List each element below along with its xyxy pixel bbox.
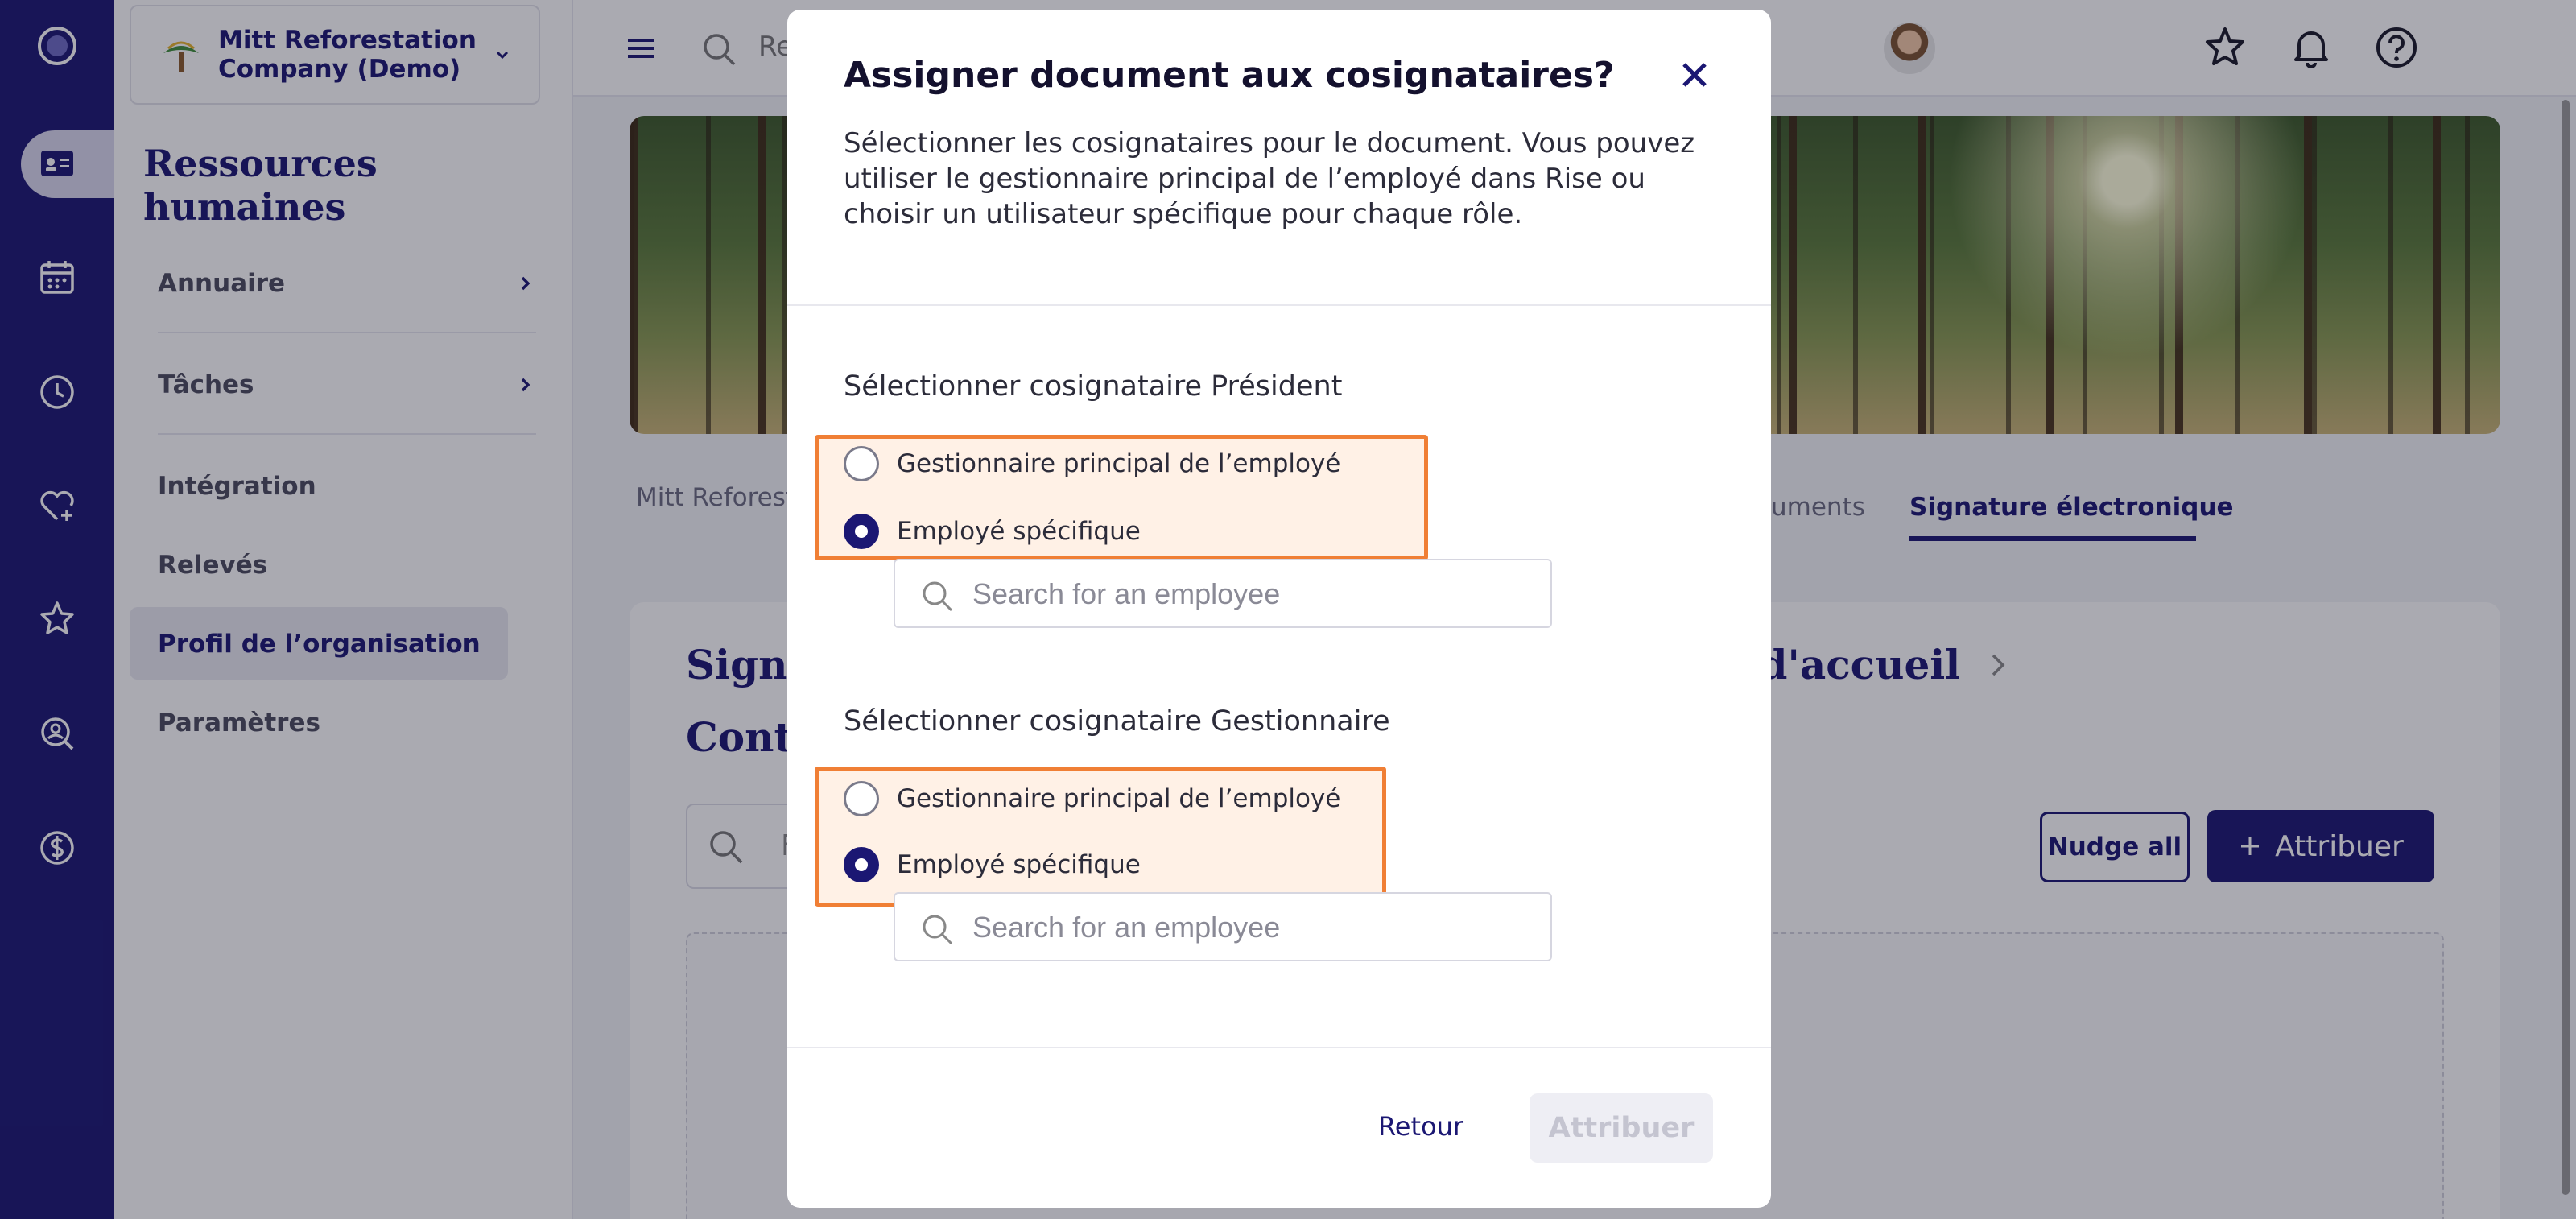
radio-label: Gestionnaire principal de l’employé — [897, 449, 1341, 478]
close-icon[interactable] — [1678, 58, 1711, 92]
radio-selected[interactable] — [844, 514, 879, 549]
president-option-specific-employee[interactable]: Employé spécifique — [844, 514, 1141, 549]
back-button[interactable]: Retour — [1378, 1111, 1463, 1142]
radio-unselected[interactable] — [844, 781, 879, 816]
modal-divider — [787, 304, 1771, 306]
manager-option-specific-employee[interactable]: Employé spécifique — [844, 847, 1141, 882]
radio-unselected[interactable] — [844, 446, 879, 481]
radio-selected[interactable] — [844, 847, 879, 882]
modal-footer-divider — [787, 1047, 1771, 1048]
president-option-primary-manager[interactable]: Gestionnaire principal de l’employé — [844, 446, 1340, 481]
modal-title: Assigner document aux cosignataires? — [844, 55, 1615, 96]
manager-employee-search[interactable] — [894, 892, 1552, 961]
manager-option-primary-manager[interactable]: Gestionnaire principal de l’employé — [844, 781, 1340, 816]
cosigner-president-label: Sélectionner cosignataire Président — [844, 370, 1343, 403]
cosigner-manager-label: Sélectionner cosignataire Gestionnaire — [844, 705, 1390, 738]
assign-cosigners-modal: Assigner document aux cosignataires? Sél… — [787, 10, 1771, 1208]
radio-label: Gestionnaire principal de l’employé — [897, 784, 1341, 813]
radio-label: Employé spécifique — [897, 517, 1141, 546]
president-employee-search[interactable] — [894, 559, 1552, 628]
search-input[interactable] — [972, 572, 1536, 617]
radio-label: Employé spécifique — [897, 850, 1141, 879]
search-icon — [923, 915, 953, 945]
search-input[interactable] — [972, 905, 1536, 950]
search-icon — [923, 581, 953, 612]
submit-button-disabled[interactable]: Attribuer — [1530, 1093, 1713, 1163]
modal-description: Sélectionner les cosignataires pour le d… — [844, 127, 1695, 230]
